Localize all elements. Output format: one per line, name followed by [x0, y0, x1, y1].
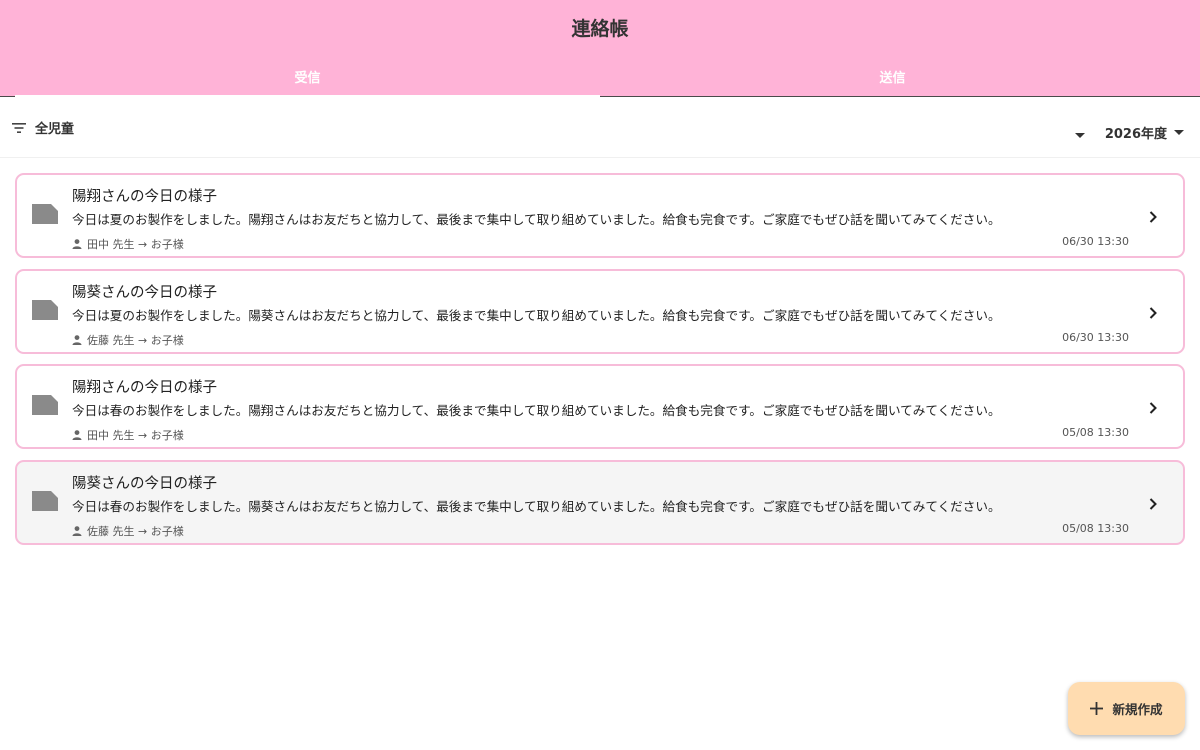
- person-icon: [72, 334, 82, 345]
- message-title: 陽葵さんの今日の様子: [72, 475, 217, 492]
- arrow-drop-down-icon: [1074, 133, 1085, 138]
- filter-list-icon: [12, 122, 26, 133]
- sender-label: 佐藤 先生 → お子様: [87, 524, 184, 538]
- chevron-right-icon: [1149, 304, 1157, 323]
- person-icon: [72, 239, 82, 249]
- folded-document-icon: [32, 299, 58, 324]
- new-message-button[interactable]: 新規作成: [1068, 682, 1185, 735]
- message-card[interactable]: 陽翔さんの今日の様子 今日は春のお製作をしました。陽翔さんはお友だちと協力して、…: [15, 364, 1185, 449]
- app-header: 連絡帳 受信 送信: [0, 0, 1200, 98]
- sender-label: 田中 先生 → お子様: [87, 429, 184, 442]
- sort-dropdown-button[interactable]: [1073, 119, 1087, 146]
- message-preview: 今日は夏のお製作をしました。陽葵さんはお友だちと協力して、最後まで集中して取り組…: [72, 307, 1001, 323]
- message-card[interactable]: 陽葵さんの今日の様子 今日は夏のお製作をしました。陽葵さんはお友だちと協力して、…: [15, 268, 1185, 354]
- app-root: 連絡帳 受信 送信 全児童 2026年度 陽翔さんの今日の様子 今日は夏のお製作…: [0, 0, 1200, 750]
- folded-document-icon: [32, 395, 58, 419]
- message-title: 陽葵さんの今日の様子: [72, 284, 217, 301]
- chevron-right-icon: [1149, 399, 1157, 418]
- plus-icon: [1090, 702, 1104, 715]
- filter-right-controls: 2026年度: [1073, 119, 1184, 146]
- person-icon: [72, 430, 82, 440]
- message-list: 陽翔さんの今日の様子 今日は夏のお製作をしました。陽翔さんはお友だちと協力して、…: [15, 173, 1185, 555]
- message-preview: 今日は夏のお製作をしました。陽翔さんはお友だちと協力して、最後まで集中して取り組…: [72, 212, 1001, 227]
- message-sender: 田中 先生 → お子様: [72, 236, 184, 252]
- folded-document-icon: [32, 490, 58, 515]
- message-timestamp: 06/30 13:30: [1062, 235, 1129, 248]
- sender-label: 田中 先生 → お子様: [87, 238, 184, 251]
- message-timestamp: 06/30 13:30: [1062, 330, 1129, 344]
- chevron-right-icon: [1149, 208, 1157, 227]
- message-sender: 佐藤 先生 → お子様: [72, 523, 184, 539]
- message-sender: 佐藤 先生 → お子様: [72, 332, 184, 348]
- sender-label: 佐藤 先生 → お子様: [87, 333, 184, 347]
- tab-bar: 受信 送信: [15, 55, 1185, 98]
- arrow-drop-down-icon: [1174, 130, 1184, 135]
- message-card[interactable]: 陽翔さんの今日の様子 今日は夏のお製作をしました。陽翔さんはお友だちと協力して、…: [15, 173, 1185, 258]
- message-preview: 今日は春のお製作をしました。陽翔さんはお友だちと協力して、最後まで集中して取り組…: [72, 403, 1001, 418]
- children-filter-button[interactable]: 全児童: [12, 118, 74, 137]
- page-title: 連絡帳: [571, 18, 629, 40]
- tab-sent[interactable]: 送信: [600, 55, 1185, 97]
- year-label: 2026年度: [1104, 127, 1167, 142]
- message-preview: 今日は春のお製作をしました。陽葵さんはお友だちと協力して、最後まで集中して取り組…: [72, 498, 1001, 514]
- message-title: 陽翔さんの今日の様子: [72, 189, 217, 205]
- filter-bar: 全児童 2026年度: [0, 98, 1200, 158]
- new-message-label: 新規作成: [1112, 702, 1163, 717]
- folded-document-icon: [32, 204, 58, 228]
- message-title: 陽翔さんの今日の様子: [72, 380, 217, 396]
- year-select[interactable]: 2026年度: [1105, 123, 1184, 142]
- message-card[interactable]: 陽葵さんの今日の様子 今日は春のお製作をしました。陽葵さんはお友だちと協力して、…: [15, 459, 1185, 545]
- message-timestamp: 05/08 13:30: [1062, 521, 1129, 535]
- message-sender: 田中 先生 → お子様: [72, 427, 184, 443]
- tab-inbox[interactable]: 受信: [15, 55, 600, 98]
- message-timestamp: 05/08 13:30: [1062, 426, 1129, 439]
- children-filter-label: 全児童: [35, 122, 75, 137]
- chevron-right-icon: [1149, 495, 1157, 514]
- person-icon: [72, 525, 82, 536]
